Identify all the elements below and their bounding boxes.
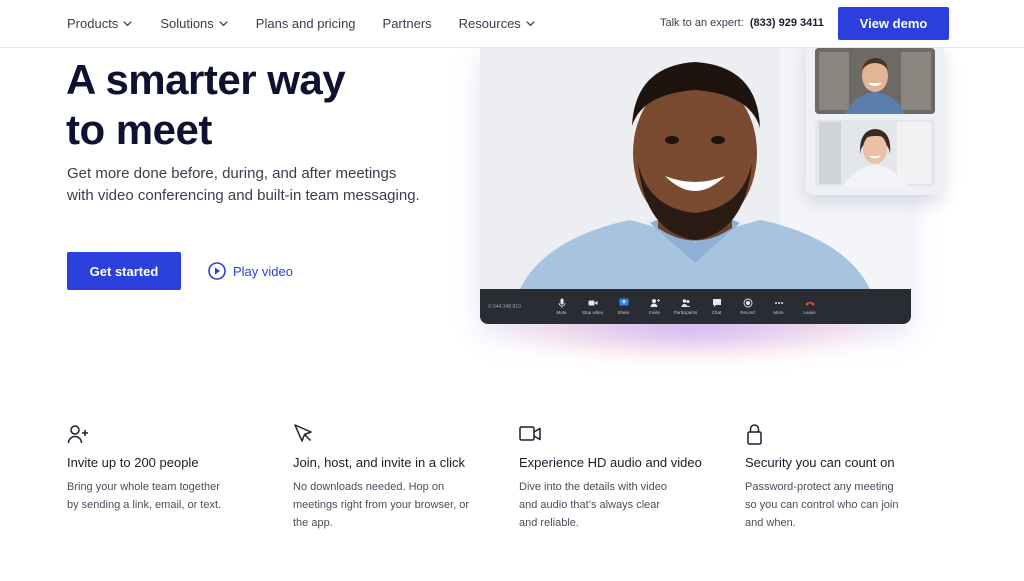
meeting-id: © 544 348 810 xyxy=(488,303,521,310)
participants-label: Participants xyxy=(673,310,698,315)
feature-invite-text: Bring your whole team together by sendin… xyxy=(67,478,267,514)
more-label: More xyxy=(773,310,784,315)
participant-image-woman xyxy=(815,120,935,186)
stop-video-label: Stop video xyxy=(581,310,604,315)
leave-button[interactable]: Leave xyxy=(794,298,825,315)
feature-security-line2: so you can control who can join xyxy=(745,499,899,511)
cursor-icon xyxy=(294,424,312,442)
feature-hd: Experience HD audio and video Dive into … xyxy=(519,423,719,532)
invite-label: Invite xyxy=(649,310,660,315)
nav-products[interactable]: Products xyxy=(67,16,133,31)
video-camera-icon xyxy=(588,300,597,306)
participant-thumbnail-1 xyxy=(815,48,935,114)
chevron-down-icon xyxy=(526,20,535,26)
top-navigation: Products Solutions Plans and pricing Par… xyxy=(0,0,1024,48)
feature-security-title: Security you can count on xyxy=(745,455,895,470)
chevron-down-icon xyxy=(219,20,228,26)
hero-title: A smarter way to meet xyxy=(66,55,446,155)
play-video-label: Play video xyxy=(233,263,293,279)
talk-to-expert: Talk to an expert: (833) 929 3411 xyxy=(660,17,824,29)
play-circle-icon xyxy=(208,262,226,280)
feature-join-line2: meetings right from your browser, or xyxy=(293,499,470,511)
nav-products-label: Products xyxy=(67,15,119,31)
feature-hd-line1: Dive into the details with video xyxy=(519,481,667,493)
hero-title-line1: A smarter way xyxy=(66,56,346,103)
nav-plans-label: Plans and pricing xyxy=(255,15,356,31)
lock-icon xyxy=(747,424,762,445)
feature-join-title: Join, host, and invite in a click xyxy=(293,455,465,470)
play-video-link[interactable]: Play video xyxy=(208,262,293,280)
get-started-button[interactable]: Get started xyxy=(67,252,181,290)
record-button[interactable]: Record xyxy=(732,298,763,315)
participant-thumbnail-2 xyxy=(815,120,935,186)
nav-solutions-label: Solutions xyxy=(160,15,214,31)
share-button[interactable]: Share xyxy=(608,298,639,315)
more-dots-icon xyxy=(774,302,783,304)
add-user-icon xyxy=(650,299,660,307)
nav-plans-pricing[interactable]: Plans and pricing xyxy=(256,16,356,31)
nav-resources[interactable]: Resources xyxy=(459,16,536,31)
participant-thumbnails xyxy=(806,42,943,195)
nav-resources-label: Resources xyxy=(458,15,521,31)
nav-partners[interactable]: Partners xyxy=(383,16,432,31)
feature-security-line1: Password-protect any meeting xyxy=(745,481,894,493)
nav-links: Products Solutions Plans and pricing Par… xyxy=(67,0,563,46)
participants-icon xyxy=(681,299,690,307)
feature-security-text: Password-protect any meeting so you can … xyxy=(745,478,945,532)
feature-join-line1: No downloads needed. Hop on xyxy=(293,481,445,493)
nav-solutions[interactable]: Solutions xyxy=(160,16,228,31)
add-user-icon xyxy=(67,425,88,444)
view-demo-button[interactable]: View demo xyxy=(838,7,949,40)
feature-hd-text: Dive into the details with video and aud… xyxy=(519,478,719,532)
feature-hd-title: Experience HD audio and video xyxy=(519,455,702,470)
record-label: Record xyxy=(740,310,755,315)
hero-subtitle-line2: with video conferencing and built-in tea… xyxy=(67,187,420,204)
hero-title-line2: to meet xyxy=(66,106,212,153)
hang-up-icon xyxy=(805,302,814,306)
participants-button[interactable]: Participants xyxy=(670,298,701,315)
share-screen-icon xyxy=(619,298,628,306)
feature-join: Join, host, and invite in a click No dow… xyxy=(293,423,493,532)
video-camera-icon xyxy=(519,426,541,441)
invite-button[interactable]: Invite xyxy=(639,298,670,315)
record-icon xyxy=(743,298,752,308)
feature-invite-line2: by sending a link, email, or text. xyxy=(67,499,222,511)
chat-button[interactable]: Chat xyxy=(701,298,732,315)
feature-invite: Invite up to 200 people Bring your whole… xyxy=(67,423,267,514)
more-button[interactable]: More xyxy=(763,298,794,315)
chat-label: Chat xyxy=(711,310,722,315)
feature-hd-line2: and audio that’s always clear xyxy=(519,499,661,511)
stop-video-button[interactable]: Stop video xyxy=(577,298,608,315)
feature-invite-line1: Bring your whole team together xyxy=(67,481,220,493)
talk-label: Talk to an expert: xyxy=(660,17,744,29)
share-label: Share xyxy=(617,310,630,315)
nav-partners-label: Partners xyxy=(382,15,432,31)
feature-invite-title: Invite up to 200 people xyxy=(67,455,199,470)
mute-button[interactable]: Mute xyxy=(546,298,577,315)
feature-security: Security you can count on Password-prote… xyxy=(745,423,945,532)
feature-hd-line3: and reliable. xyxy=(519,517,579,529)
feature-join-text: No downloads needed. Hop on meetings rig… xyxy=(293,478,493,532)
leave-label: Leave xyxy=(803,310,816,315)
chat-icon xyxy=(712,299,721,307)
participant-image-man xyxy=(815,48,935,114)
meeting-toolbar: © 544 348 810 Mute Stop video Share Invi… xyxy=(480,289,911,324)
mute-label: Mute xyxy=(556,310,567,315)
phone-link[interactable]: (833) 929 3411 xyxy=(750,17,824,29)
hero-subtitle: Get more done before, during, and after … xyxy=(67,163,447,207)
chevron-down-icon xyxy=(123,20,132,26)
feature-security-line3: and when. xyxy=(745,517,796,529)
feature-join-line3: the app. xyxy=(293,517,333,529)
microphone-icon xyxy=(558,298,565,308)
hero-subtitle-line1: Get more done before, during, and after … xyxy=(67,165,397,182)
